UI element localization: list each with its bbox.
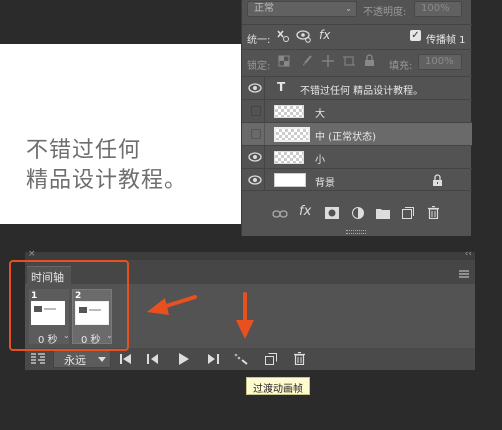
new-layer-icon[interactable] <box>402 207 414 219</box>
unify-label: 统一: <box>247 35 271 46</box>
text-layer-icon: T <box>277 80 286 94</box>
close-icon[interactable]: × <box>28 249 36 259</box>
layer-thumbnail <box>274 105 304 118</box>
layer-thumbnail <box>274 127 310 142</box>
layer-row[interactable]: T 不错过任何 精品设计教程。 <box>242 76 472 99</box>
layer-name: 不错过任何 精品设计教程。 <box>300 86 424 97</box>
document-canvas <box>0 44 241 224</box>
arrow-left-icon <box>145 290 197 318</box>
panel-menu-icon[interactable] <box>459 270 469 278</box>
opacity-field[interactable]: 100% <box>414 1 462 17</box>
layer-row[interactable]: 大 <box>242 99 472 122</box>
divider <box>264 169 265 191</box>
previous-frame-icon[interactable] <box>147 354 159 364</box>
collapse-icon[interactable]: ‹‹ <box>465 249 472 259</box>
tooltip: 过渡动画帧 <box>246 377 310 395</box>
new-group-icon[interactable] <box>376 207 390 219</box>
divider <box>264 123 265 145</box>
fill-label: 填充: <box>389 61 413 72</box>
layer-row[interactable]: 背景 <box>242 168 472 191</box>
convert-timeline-icon[interactable] <box>31 353 45 365</box>
next-frame-icon[interactable] <box>207 354 219 364</box>
annotation-box <box>9 260 129 351</box>
first-frame-icon[interactable] <box>120 354 132 364</box>
layer-thumbnail <box>274 151 304 164</box>
fill-field[interactable]: 100% <box>418 54 462 70</box>
canvas-text-line1: 不错过任何 <box>26 138 142 163</box>
layer-name: 中 (正常状态) <box>315 132 376 143</box>
tooltip-text: 过渡动画帧 <box>253 384 303 395</box>
layer-name: 背景 <box>315 178 335 189</box>
eye-icon[interactable] <box>246 80 264 96</box>
lock-icon <box>432 174 443 187</box>
canvas-text-line2: 精品设计教程。 <box>26 168 188 193</box>
link-layers-icon[interactable] <box>272 208 288 220</box>
adjustment-layer-icon[interactable] <box>352 207 364 219</box>
blend-mode-value: 正常 <box>254 3 274 14</box>
loop-select[interactable]: 永远 <box>53 350 111 368</box>
divider <box>264 77 265 99</box>
unify-style-icon[interactable]: fx <box>319 28 330 42</box>
eye-icon[interactable] <box>246 172 264 188</box>
opacity-label: 不透明度: <box>363 7 407 18</box>
canvas-text: 不错过任何 精品设计教程。 <box>26 136 187 196</box>
chevron-down-icon <box>98 357 106 362</box>
propagate-checkbox[interactable]: ✓ <box>410 30 421 41</box>
layer-thumbnail <box>274 173 306 187</box>
add-mask-icon[interactable] <box>325 207 339 219</box>
propagate-label: 传播帧 1 <box>426 35 466 46</box>
opacity-value: 100% <box>421 3 450 14</box>
lock-transparent-icon[interactable] <box>278 55 290 67</box>
divider <box>264 146 265 168</box>
play-icon[interactable] <box>179 353 189 365</box>
tween-icon[interactable] <box>234 353 248 365</box>
blend-mode-select[interactable]: 正常 ⌄ <box>247 1 357 17</box>
divider <box>264 100 265 122</box>
timeline-controls: 永远 <box>25 348 475 370</box>
loop-value: 永远 <box>64 354 86 367</box>
unify-visibility-icon[interactable] <box>296 29 312 43</box>
lock-artboard-icon[interactable] <box>343 55 355 67</box>
resize-grip[interactable] <box>346 230 366 234</box>
fill-value: 100% <box>425 56 454 67</box>
visibility-toggle-off[interactable] <box>251 106 261 116</box>
layers-panel: 正常 ⌄ 不透明度: 100% 统一: fx ✓ 传播帧 1 锁定: 填充: 1… <box>241 0 472 236</box>
visibility-toggle-off[interactable] <box>251 129 261 139</box>
panel-title-bar[interactable]: × ‹‹ <box>25 249 475 260</box>
layer-name: 小 <box>315 155 325 166</box>
layer-row-selected[interactable]: 中 (正常状态) <box>242 122 472 145</box>
eye-icon[interactable] <box>246 149 264 165</box>
chevron-down-icon: ⌄ <box>345 4 352 13</box>
divider <box>242 24 472 25</box>
arrow-down-icon <box>233 292 257 342</box>
lock-all-icon[interactable] <box>364 54 375 67</box>
lock-label: 锁定: <box>247 61 271 72</box>
lock-brush-icon[interactable] <box>301 55 313 67</box>
layer-style-icon[interactable]: fx <box>299 204 311 219</box>
delete-layer-icon[interactable] <box>428 206 439 219</box>
delete-frame-icon[interactable] <box>294 352 305 365</box>
duplicate-frame-icon[interactable] <box>265 353 277 365</box>
layer-row[interactable]: 小 <box>242 145 472 168</box>
layer-name: 大 <box>315 109 325 120</box>
lock-move-icon[interactable] <box>322 55 334 67</box>
unify-position-icon[interactable] <box>275 29 291 43</box>
divider <box>242 49 472 50</box>
